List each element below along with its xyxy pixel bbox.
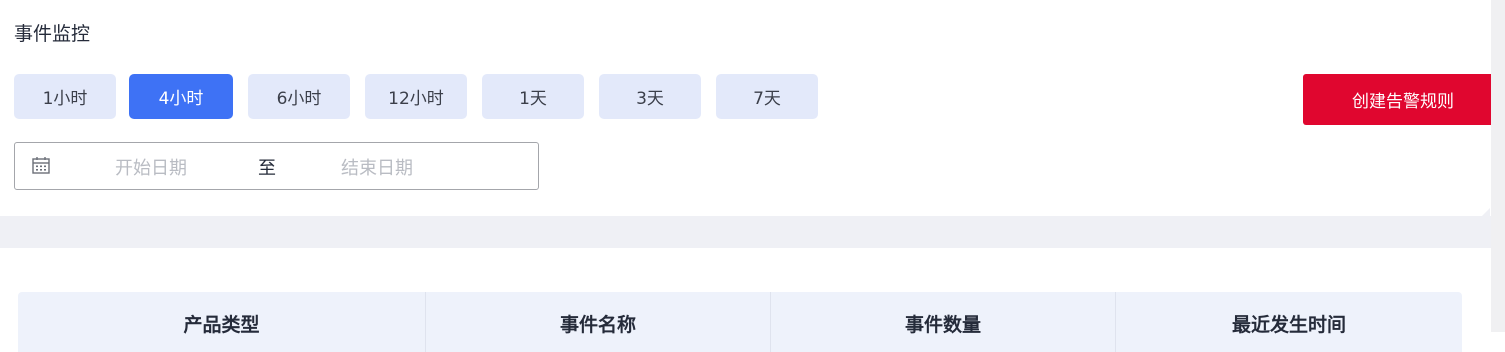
column-header-event-count[interactable]: 事件数量 — [771, 292, 1116, 352]
date-separator: 至 — [258, 158, 276, 179]
range-6h-button[interactable]: 6小时 — [248, 74, 350, 119]
section-divider — [0, 216, 1493, 248]
column-header-product-type[interactable]: 产品类型 — [18, 292, 426, 352]
page-title: 事件监控 — [14, 23, 91, 45]
range-12h-button[interactable]: 12小时 — [365, 74, 467, 119]
divider-notch — [1480, 208, 1490, 218]
date-range-picker[interactable]: 开始日期 至 结束日期 — [14, 142, 539, 190]
end-date-input[interactable]: 结束日期 — [341, 154, 413, 180]
column-header-event-name[interactable]: 事件名称 — [426, 292, 771, 352]
events-table-header: 产品类型 事件名称 事件数量 最近发生时间 — [18, 292, 1462, 352]
range-1d-button[interactable]: 1天 — [482, 74, 584, 119]
range-1h-button[interactable]: 1小时 — [14, 74, 116, 119]
column-header-last-occurred[interactable]: 最近发生时间 — [1116, 292, 1462, 352]
page-scrollbar[interactable] — [1491, 0, 1505, 332]
start-date-input[interactable]: 开始日期 — [115, 154, 187, 180]
calendar-icon — [31, 155, 51, 175]
range-7d-button[interactable]: 7天 — [716, 74, 818, 119]
range-3d-button[interactable]: 3天 — [599, 74, 701, 119]
range-4h-button[interactable]: 4小时 — [129, 74, 233, 119]
create-alert-rule-button[interactable]: 创建告警规则 — [1303, 74, 1503, 125]
